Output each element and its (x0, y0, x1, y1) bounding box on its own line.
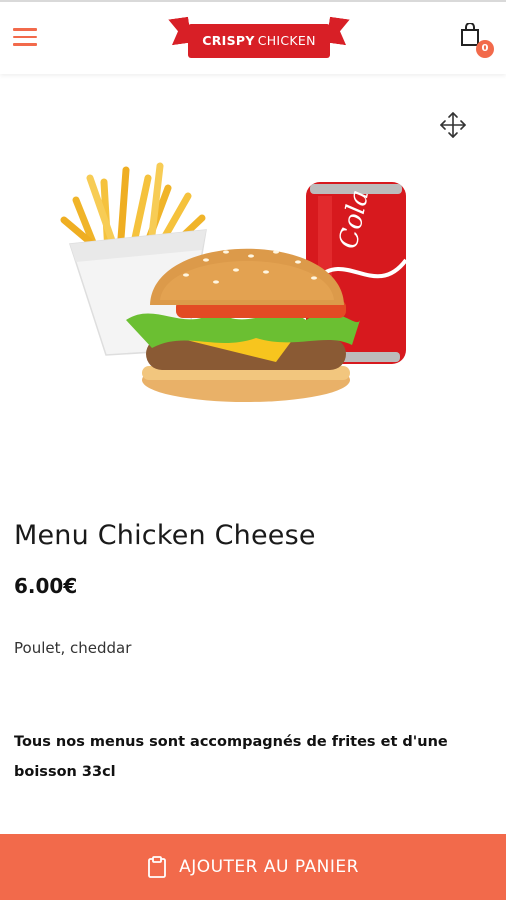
crispy-chicken-logo[interactable]: CRISPY CHICKEN (170, 16, 348, 62)
cart-count-badge: 0 (476, 40, 494, 58)
app-header: CRISPY CHICKEN 0 (0, 0, 506, 74)
product-image: Cola (60, 162, 408, 402)
product-price: 6.00€ (14, 574, 78, 598)
hamburger-menu-icon[interactable] (13, 28, 37, 48)
product-title: Menu Chicken Cheese (14, 520, 316, 551)
cart-button[interactable]: 0 (459, 23, 495, 59)
add-to-cart-label: AJOUTER AU PANIER (179, 857, 359, 877)
add-to-cart-button[interactable]: AJOUTER AU PANIER (0, 834, 506, 900)
move-arrows-icon[interactable] (438, 110, 468, 140)
product-description: Poulet, cheddar (14, 639, 132, 657)
logo-word-chicken: CHICKEN (257, 33, 316, 48)
logo-plate: CRISPY CHICKEN (188, 24, 330, 58)
clipboard-icon (148, 856, 166, 878)
menu-note: Tous nos menus sont accompagnés de frite… (14, 734, 448, 780)
logo-word-crispy: CRISPY (202, 33, 255, 48)
